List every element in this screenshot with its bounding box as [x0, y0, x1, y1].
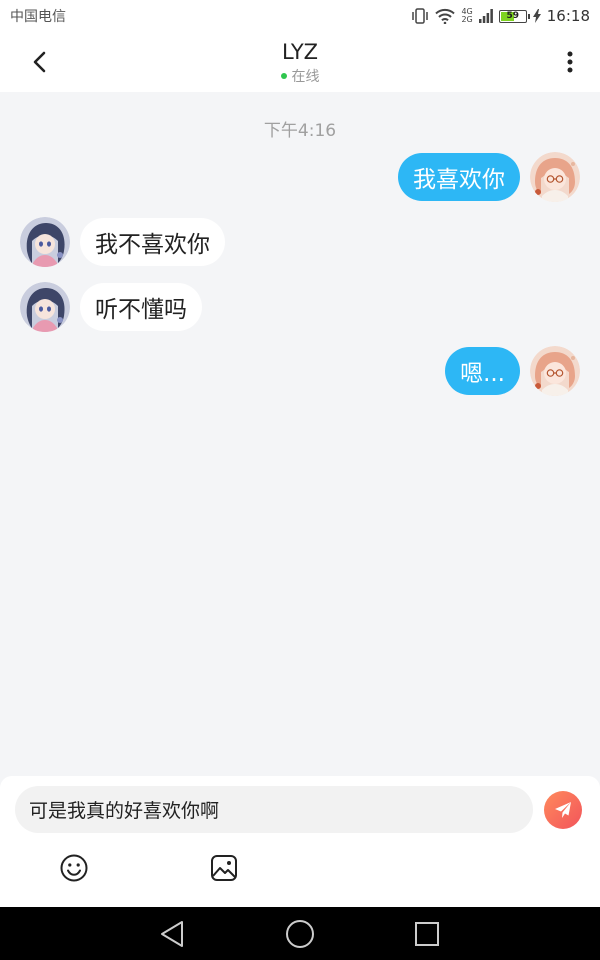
contact-avatar[interactable]	[20, 282, 70, 332]
vibrate-icon	[411, 8, 429, 24]
message-row-sent: 嗯...	[445, 346, 580, 396]
system-nav-bar	[0, 907, 600, 960]
online-dot-icon	[280, 72, 287, 79]
nav-recents-button[interactable]	[412, 919, 442, 949]
circle-home-icon	[286, 920, 314, 948]
emoji-icon	[60, 854, 88, 882]
chevron-left-icon	[33, 51, 46, 73]
avatar-image-icon	[20, 282, 70, 332]
network-type: 4G 2G	[461, 8, 472, 24]
image-button[interactable]	[208, 852, 240, 884]
triangle-back-icon	[161, 921, 183, 947]
status-bar: 中国电信 4G 2G 59 16:18	[0, 0, 600, 32]
clock: 16:18	[546, 7, 590, 25]
nav-back-button[interactable]	[157, 919, 187, 949]
carrier-label: 中国电信	[10, 9, 66, 25]
presence-label: 在线	[291, 68, 320, 85]
chat-header: LYZ 在线	[0, 32, 600, 92]
battery-icon: 59	[498, 9, 530, 23]
message-bubble-sent[interactable]: 嗯...	[445, 347, 520, 395]
avatar-image-icon	[20, 217, 70, 267]
nav-home-button[interactable]	[285, 919, 315, 949]
back-button[interactable]	[24, 46, 56, 78]
message-row-sent: 我喜欢你	[398, 152, 580, 202]
message-bubble-received[interactable]: 听不懂吗	[80, 283, 202, 331]
send-button[interactable]	[544, 791, 582, 829]
avatar-image-icon	[530, 346, 580, 396]
my-avatar[interactable]	[530, 346, 580, 396]
emoji-button[interactable]	[58, 852, 90, 884]
message-input[interactable]	[15, 786, 533, 833]
message-bubble-sent[interactable]: 我喜欢你	[398, 153, 520, 201]
presence-status: 在线	[280, 66, 320, 86]
message-row-received: 听不懂吗	[20, 282, 202, 332]
status-icons: 4G 2G 59 16:18	[411, 7, 590, 25]
paper-plane-icon	[555, 802, 571, 818]
contact-name: LYZ	[281, 39, 319, 64]
charging-icon	[532, 9, 541, 23]
more-vertical-icon	[567, 51, 573, 73]
square-recents-icon	[415, 922, 439, 946]
contact-avatar[interactable]	[20, 217, 70, 267]
signal-icon	[478, 9, 493, 23]
battery-percent: 59	[506, 11, 520, 21]
my-avatar[interactable]	[530, 152, 580, 202]
network-type-bottom: 2G	[461, 15, 473, 24]
wifi-icon	[435, 8, 456, 24]
chat-title: LYZ 在线	[280, 39, 320, 86]
message-list[interactable]: 下午4:16 我喜欢你 我不喜欢你 听不懂吗 嗯...	[0, 92, 600, 776]
message-bubble-received[interactable]: 我不喜欢你	[80, 218, 225, 266]
composer	[0, 776, 600, 907]
more-options-button[interactable]	[554, 46, 586, 78]
image-icon	[211, 855, 237, 881]
message-row-received: 我不喜欢你	[20, 217, 225, 267]
avatar-image-icon	[530, 152, 580, 202]
message-timestamp: 下午4:16	[263, 121, 337, 141]
